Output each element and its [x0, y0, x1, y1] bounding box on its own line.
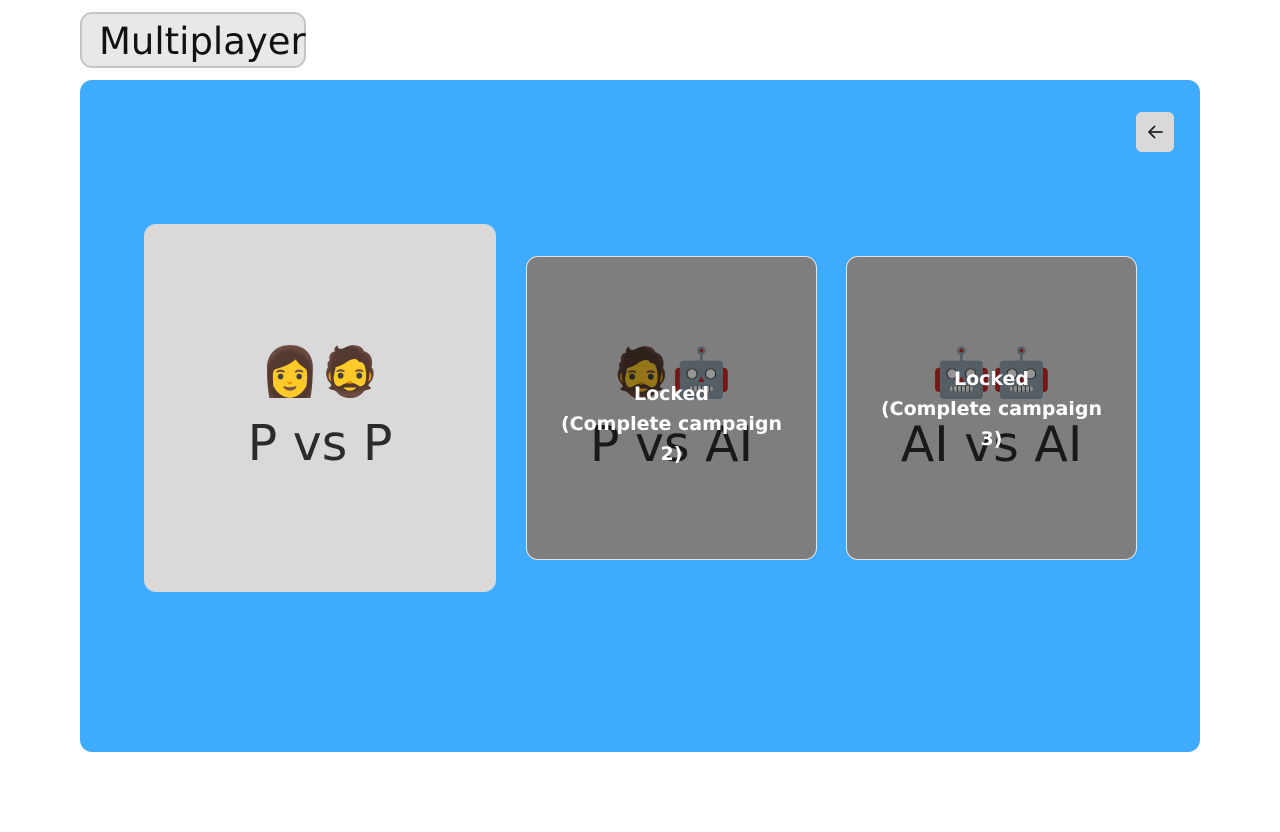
mode-card-p-vs-p[interactable]: 👩🧔 P vs P: [144, 224, 496, 592]
locked-message: Locked (Complete campaign 3): [871, 364, 1112, 454]
mode-label: P vs P: [247, 415, 393, 472]
mode-card-ai-vs-ai[interactable]: 🤖🤖 AI vs AI Locked (Complete campaign 3): [846, 256, 1137, 560]
multiplayer-title-button[interactable]: Multiplayer: [80, 12, 306, 68]
locked-reason: (Complete campaign 3): [880, 398, 1102, 450]
mode-card-p-vs-ai[interactable]: 🧔🤖 P vs AI Locked (Complete campaign 2): [526, 256, 817, 560]
locked-message: Locked (Complete campaign 2): [551, 379, 792, 469]
back-button[interactable]: [1136, 112, 1174, 152]
mode-selection-panel: 👩🧔 P vs P 🧔🤖 P vs AI Locked (Complete ca…: [80, 80, 1200, 752]
locked-reason: (Complete campaign 2): [560, 413, 782, 465]
players-emoji-icon: 👩🧔: [260, 344, 380, 400]
locked-title: Locked: [633, 383, 710, 405]
locked-title: Locked: [953, 368, 1030, 390]
arrow-left-icon: [1148, 125, 1163, 139]
